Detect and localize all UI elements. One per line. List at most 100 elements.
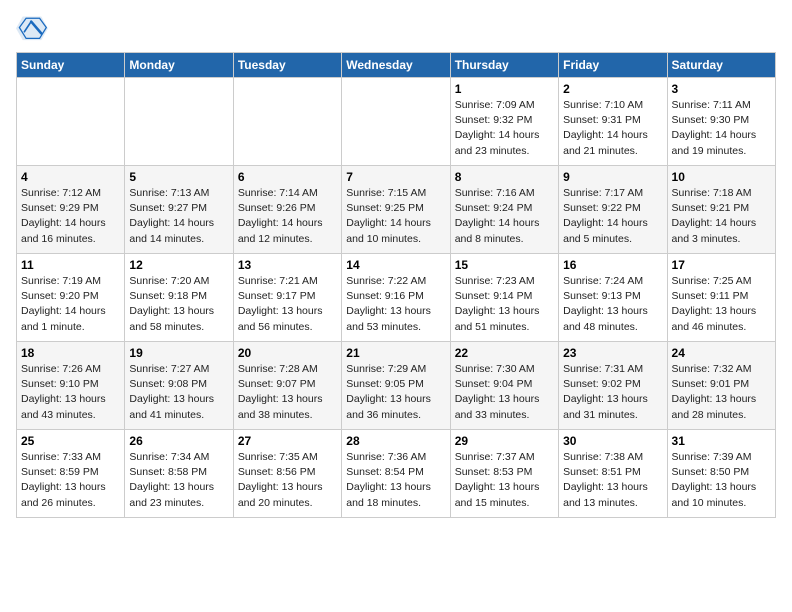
calendar-cell [125, 78, 233, 166]
day-number: 25 [21, 434, 120, 448]
day-info: Sunrise: 7:29 AM Sunset: 9:05 PM Dayligh… [346, 362, 445, 423]
column-header-sunday: Sunday [17, 53, 125, 78]
day-info: Sunrise: 7:12 AM Sunset: 9:29 PM Dayligh… [21, 186, 120, 247]
day-number: 28 [346, 434, 445, 448]
calendar-table: SundayMondayTuesdayWednesdayThursdayFrid… [16, 52, 776, 518]
day-info: Sunrise: 7:30 AM Sunset: 9:04 PM Dayligh… [455, 362, 554, 423]
day-info: Sunrise: 7:09 AM Sunset: 9:32 PM Dayligh… [455, 98, 554, 159]
logo [16, 16, 52, 44]
calendar-cell: 20Sunrise: 7:28 AM Sunset: 9:07 PM Dayli… [233, 342, 341, 430]
day-info: Sunrise: 7:18 AM Sunset: 9:21 PM Dayligh… [672, 186, 771, 247]
day-number: 24 [672, 346, 771, 360]
header-row: SundayMondayTuesdayWednesdayThursdayFrid… [17, 53, 776, 78]
calendar-cell: 13 Sunrise: 7:21 AM Sunset: 9:17 PM Dayli… [233, 254, 341, 342]
day-number: 27 [238, 434, 337, 448]
calendar-cell: 4 Sunrise: 7:12 AM Sunset: 9:29 PM Daylig… [17, 166, 125, 254]
day-number: 23 [563, 346, 662, 360]
day-info: Sunrise: 7:24 AM Sunset: 9:13 PM Dayligh… [563, 274, 662, 335]
day-info: Sunrise: 7:21 AM Sunset: 9:17 PM Dayligh… [238, 274, 337, 335]
day-number: 1 [455, 82, 554, 96]
column-header-tuesday: Tuesday [233, 53, 341, 78]
week-row-3: 11 Sunrise: 7:19 AM Sunset: 9:20 PM Dayli… [17, 254, 776, 342]
day-info: Sunrise: 7:16 AM Sunset: 9:24 PM Dayligh… [455, 186, 554, 247]
calendar-cell: 9 Sunrise: 7:17 AM Sunset: 9:22 PM Daylig… [559, 166, 667, 254]
calendar-cell: 21Sunrise: 7:29 AM Sunset: 9:05 PM Dayli… [342, 342, 450, 430]
day-number: 8 [455, 170, 554, 184]
calendar-cell: 16 Sunrise: 7:24 AM Sunset: 9:13 PM Dayli… [559, 254, 667, 342]
calendar-cell: 22 Sunrise: 7:30 AM Sunset: 9:04 PM Dayli… [450, 342, 558, 430]
calendar-cell: 19 Sunrise: 7:27 AM Sunset: 9:08 PM Dayli… [125, 342, 233, 430]
calendar-cell: 10 Sunrise: 7:18 AM Sunset: 9:21 PM Dayli… [667, 166, 775, 254]
calendar-cell [342, 78, 450, 166]
week-row-4: 18Sunrise: 7:26 AM Sunset: 9:10 PM Dayli… [17, 342, 776, 430]
day-info: Sunrise: 7:15 AM Sunset: 9:25 PM Dayligh… [346, 186, 445, 247]
logo-icon [16, 16, 48, 44]
calendar-cell: 2 Sunrise: 7:10 AM Sunset: 9:31 PM Daylig… [559, 78, 667, 166]
day-info: Sunrise: 7:32 AM Sunset: 9:01 PM Dayligh… [672, 362, 771, 423]
day-info: Sunrise: 7:36 AM Sunset: 8:54 PM Dayligh… [346, 450, 445, 511]
calendar-cell: 31 Sunrise: 7:39 AM Sunset: 8:50 PM Dayli… [667, 430, 775, 518]
day-info: Sunrise: 7:19 AM Sunset: 9:20 PM Dayligh… [21, 274, 120, 335]
calendar-cell: 6 Sunrise: 7:14 AM Sunset: 9:26 PM Daylig… [233, 166, 341, 254]
day-number: 30 [563, 434, 662, 448]
day-info: Sunrise: 7:26 AM Sunset: 9:10 PM Dayligh… [21, 362, 120, 423]
day-number: 29 [455, 434, 554, 448]
week-row-1: 1 Sunrise: 7:09 AM Sunset: 9:32 PM Daylig… [17, 78, 776, 166]
day-number: 26 [129, 434, 228, 448]
day-number: 13 [238, 258, 337, 272]
column-header-friday: Friday [559, 53, 667, 78]
day-number: 9 [563, 170, 662, 184]
day-number: 2 [563, 82, 662, 96]
day-info: Sunrise: 7:38 AM Sunset: 8:51 PM Dayligh… [563, 450, 662, 511]
week-row-2: 4 Sunrise: 7:12 AM Sunset: 9:29 PM Daylig… [17, 166, 776, 254]
day-number: 31 [672, 434, 771, 448]
week-row-5: 25Sunrise: 7:33 AM Sunset: 8:59 PM Dayli… [17, 430, 776, 518]
calendar-cell: 12Sunrise: 7:20 AM Sunset: 9:18 PM Dayli… [125, 254, 233, 342]
column-header-thursday: Thursday [450, 53, 558, 78]
day-number: 20 [238, 346, 337, 360]
day-number: 3 [672, 82, 771, 96]
calendar-cell: 18Sunrise: 7:26 AM Sunset: 9:10 PM Dayli… [17, 342, 125, 430]
calendar-cell: 25Sunrise: 7:33 AM Sunset: 8:59 PM Dayli… [17, 430, 125, 518]
day-info: Sunrise: 7:11 AM Sunset: 9:30 PM Dayligh… [672, 98, 771, 159]
calendar-cell: 8 Sunrise: 7:16 AM Sunset: 9:24 PM Daylig… [450, 166, 558, 254]
day-number: 5 [129, 170, 228, 184]
column-header-monday: Monday [125, 53, 233, 78]
day-info: Sunrise: 7:27 AM Sunset: 9:08 PM Dayligh… [129, 362, 228, 423]
day-number: 4 [21, 170, 120, 184]
day-number: 7 [346, 170, 445, 184]
day-info: Sunrise: 7:25 AM Sunset: 9:11 PM Dayligh… [672, 274, 771, 335]
day-info: Sunrise: 7:10 AM Sunset: 9:31 PM Dayligh… [563, 98, 662, 159]
calendar-cell: 24 Sunrise: 7:32 AM Sunset: 9:01 PM Dayli… [667, 342, 775, 430]
day-info: Sunrise: 7:35 AM Sunset: 8:56 PM Dayligh… [238, 450, 337, 511]
day-info: Sunrise: 7:14 AM Sunset: 9:26 PM Dayligh… [238, 186, 337, 247]
day-info: Sunrise: 7:13 AM Sunset: 9:27 PM Dayligh… [129, 186, 228, 247]
day-number: 11 [21, 258, 120, 272]
calendar-cell: 15Sunrise: 7:23 AM Sunset: 9:14 PM Dayli… [450, 254, 558, 342]
calendar-cell [233, 78, 341, 166]
day-number: 10 [672, 170, 771, 184]
calendar-cell: 11 Sunrise: 7:19 AM Sunset: 9:20 PM Dayli… [17, 254, 125, 342]
day-info: Sunrise: 7:17 AM Sunset: 9:22 PM Dayligh… [563, 186, 662, 247]
column-header-wednesday: Wednesday [342, 53, 450, 78]
day-info: Sunrise: 7:22 AM Sunset: 9:16 PM Dayligh… [346, 274, 445, 335]
calendar-cell: 14 Sunrise: 7:22 AM Sunset: 9:16 PM Dayli… [342, 254, 450, 342]
day-number: 15 [455, 258, 554, 272]
day-number: 6 [238, 170, 337, 184]
day-number: 22 [455, 346, 554, 360]
calendar-cell: 17Sunrise: 7:25 AM Sunset: 9:11 PM Dayli… [667, 254, 775, 342]
day-number: 19 [129, 346, 228, 360]
day-number: 14 [346, 258, 445, 272]
day-info: Sunrise: 7:37 AM Sunset: 8:53 PM Dayligh… [455, 450, 554, 511]
column-header-saturday: Saturday [667, 53, 775, 78]
calendar-cell: 30 Sunrise: 7:38 AM Sunset: 8:51 PM Dayli… [559, 430, 667, 518]
calendar-cell: 27 Sunrise: 7:35 AM Sunset: 8:56 PM Dayli… [233, 430, 341, 518]
calendar-cell: 23Sunrise: 7:31 AM Sunset: 9:02 PM Dayli… [559, 342, 667, 430]
calendar-cell: 26Sunrise: 7:34 AM Sunset: 8:58 PM Dayli… [125, 430, 233, 518]
calendar-cell: 1 Sunrise: 7:09 AM Sunset: 9:32 PM Daylig… [450, 78, 558, 166]
day-info: Sunrise: 7:39 AM Sunset: 8:50 PM Dayligh… [672, 450, 771, 511]
calendar-cell: 3 Sunrise: 7:11 AM Sunset: 9:30 PM Daylig… [667, 78, 775, 166]
calendar-cell: 7 Sunrise: 7:15 AM Sunset: 9:25 PM Daylig… [342, 166, 450, 254]
day-number: 12 [129, 258, 228, 272]
day-number: 16 [563, 258, 662, 272]
